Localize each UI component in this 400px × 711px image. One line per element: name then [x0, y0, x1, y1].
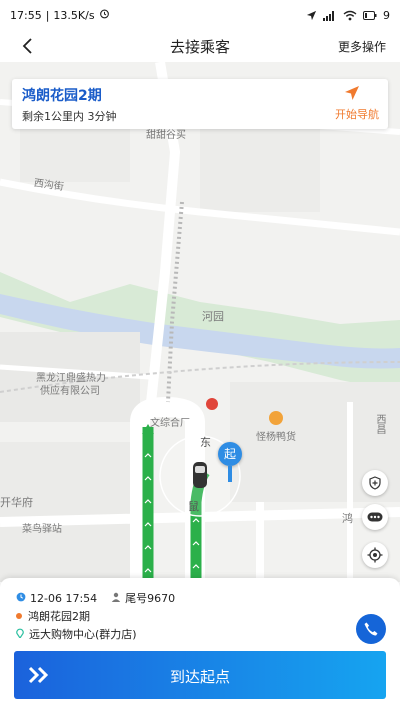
- locate-target-icon: [367, 547, 383, 563]
- header: 去接乘客 更多操作: [0, 30, 400, 62]
- map-label-company-2: 供应有限公司: [40, 386, 100, 397]
- pickup-name: 鸿朗花园2期: [22, 88, 102, 104]
- safety-shield-button[interactable]: [362, 470, 388, 496]
- start-navigation-label: 开始导航: [335, 108, 379, 121]
- status-net-speed: 13.5K/s: [53, 8, 95, 22]
- more-dots-icon: [367, 512, 383, 522]
- location-arrow-icon: [306, 10, 317, 21]
- phone-icon: [364, 622, 378, 636]
- locate-me-button[interactable]: [362, 542, 388, 568]
- navigation-arrow-icon: [345, 86, 359, 100]
- passenger-tail-number: 尾号9670: [125, 592, 176, 605]
- pickup-eta: 剩余1公里内 3分钟: [22, 110, 117, 123]
- map-label-hong: 鸿: [342, 512, 353, 525]
- signal-icon: [323, 10, 337, 21]
- alarm-icon: [99, 8, 110, 22]
- map-label-restaurant: 怪杨鸭货: [256, 432, 296, 443]
- status-right: 9: [306, 9, 390, 22]
- map-label-complex: 文综合厂: [150, 418, 190, 429]
- map-view[interactable]: 起 西沟街 甜甜谷买 河园 黑龙江鼎盛热力 供应有限公司 怪杨鸭货 文综合厂 东…: [0, 62, 400, 582]
- status-time: 17:55: [10, 8, 42, 22]
- battery-icon: [363, 10, 377, 20]
- call-passenger-button[interactable]: [356, 614, 386, 644]
- order-info-row: 12-06 17:54 尾号9670: [16, 590, 175, 606]
- order-sheet: 12-06 17:54 尾号9670 鸿朗花园2期 远大购物中心(群力店) 到达…: [0, 578, 400, 711]
- pickup-address: 鸿朗花园2期: [28, 610, 90, 623]
- dropoff-address-row: 远大购物中心(群力店): [16, 626, 137, 642]
- arrive-at-pickup-label: 到达起点: [169, 668, 230, 686]
- status-divider: |: [45, 8, 50, 22]
- more-actions-button[interactable]: 更多操作: [338, 38, 386, 55]
- map-canvas: [0, 62, 400, 582]
- start-point-marker[interactable]: 起: [218, 442, 242, 466]
- map-label-xiche: 西昌: [374, 414, 385, 434]
- pickup-address-row: 鸿朗花园2期: [16, 608, 90, 624]
- map-label-station: 菜鸟驿站: [22, 524, 62, 535]
- map-label-district: 开华府: [0, 496, 33, 509]
- status-left: 17:55 | 13.5K/s: [10, 8, 110, 22]
- arrive-at-pickup-button[interactable]: 到达起点: [14, 651, 386, 699]
- double-chevron-right-icon: [28, 666, 49, 684]
- status-bar: 17:55 | 13.5K/s 9: [0, 0, 400, 30]
- map-label-side: 鼠: [188, 500, 199, 513]
- map-pin-icon: [16, 628, 24, 641]
- person-icon: [111, 592, 121, 605]
- start-point-pin: [228, 466, 232, 482]
- shield-plus-icon: [369, 476, 381, 490]
- chevron-left-icon: [22, 38, 32, 54]
- map-label-river-park: 河园: [202, 310, 224, 323]
- start-badge-label: 起: [223, 447, 236, 461]
- more-map-options-button[interactable]: [362, 504, 388, 530]
- battery-level: 9: [383, 8, 390, 22]
- start-navigation-button[interactable]: 开始导航: [308, 79, 388, 129]
- clock-icon: [16, 592, 26, 605]
- dropoff-address: 远大购物中心(群力店): [29, 628, 137, 641]
- pickup-card: 鸿朗花园2期 剩余1公里内 3分钟 开始导航: [12, 79, 388, 129]
- wifi-icon: [343, 10, 357, 21]
- order-datetime: 12-06 17:54: [30, 591, 98, 605]
- back-button[interactable]: [16, 34, 40, 58]
- pickup-dot: [16, 613, 22, 619]
- map-label-east: 东: [200, 436, 211, 449]
